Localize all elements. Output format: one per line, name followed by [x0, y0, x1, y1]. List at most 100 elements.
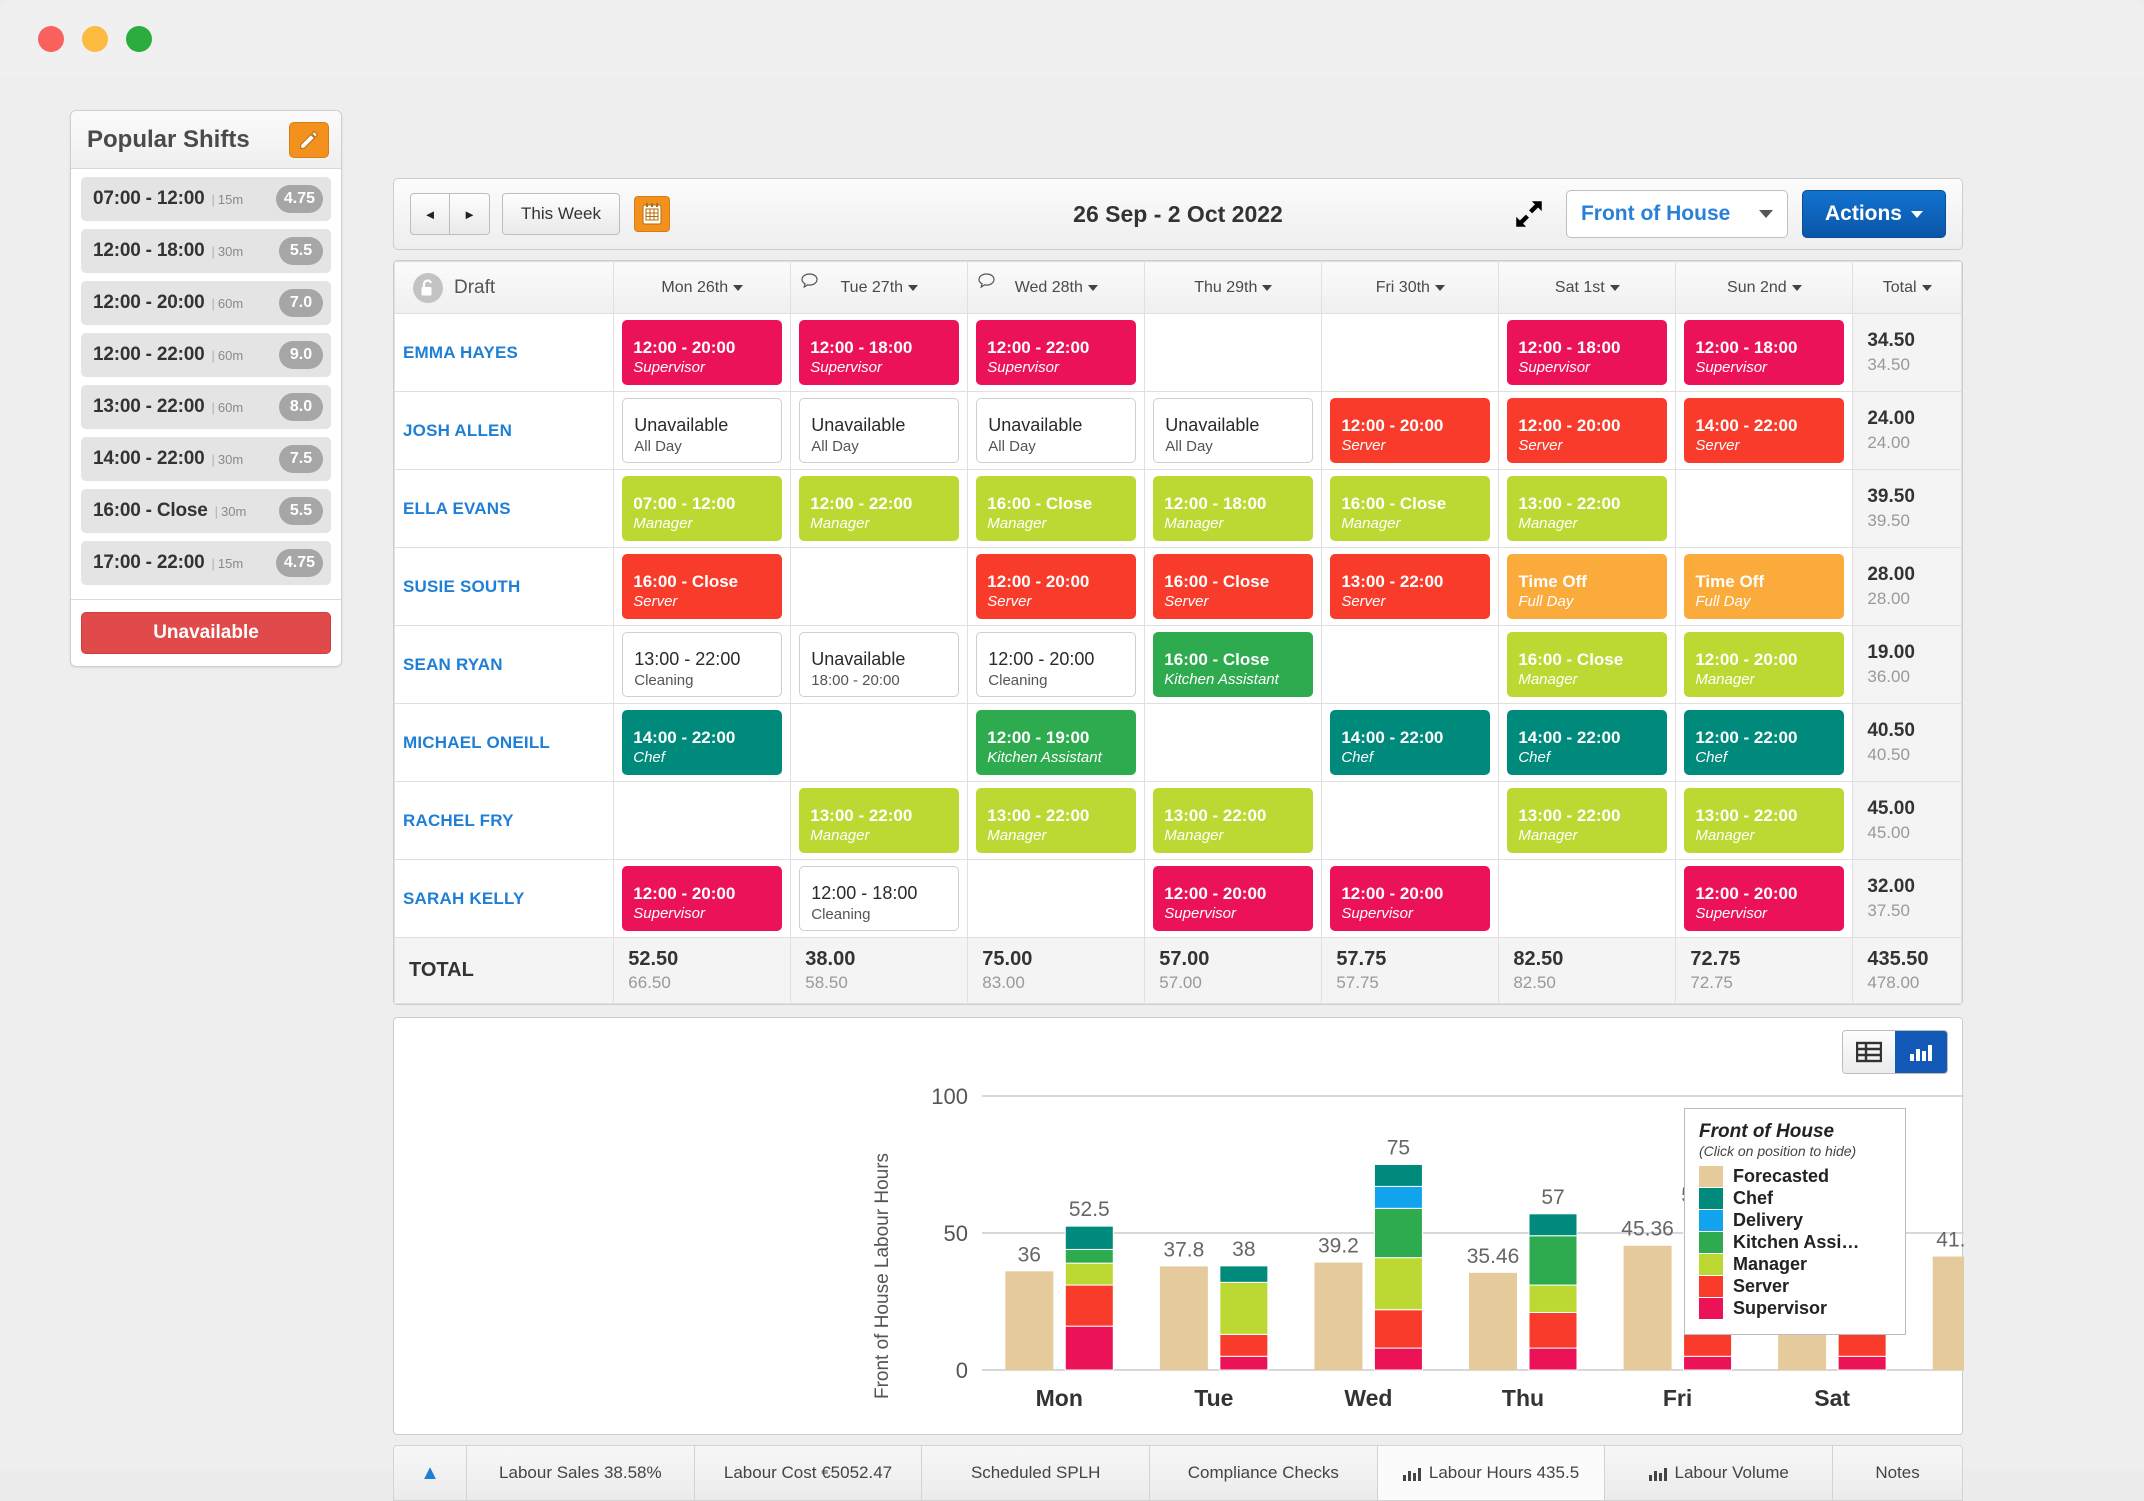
employee-name[interactable]: SEAN RYAN: [393, 625, 615, 704]
rota-shift-cell[interactable]: 13:00 - 22:00 Manager: [1144, 781, 1323, 860]
shift-block[interactable]: 12:00 - 18:00 Manager: [1153, 476, 1314, 541]
window-close-button[interactable]: [38, 26, 64, 52]
shift-block[interactable]: 13:00 - 22:00 Server: [1330, 554, 1491, 619]
rota-shift-cell[interactable]: 12:00 - 20:00 Supervisor: [613, 313, 792, 392]
rota-shift-cell[interactable]: Unavailable All Day: [790, 391, 969, 470]
rota-shift-cell[interactable]: Unavailable All Day: [613, 391, 792, 470]
rota-empty-cell[interactable]: [613, 781, 792, 860]
rota-day-header[interactable]: Thu 29th: [1144, 261, 1323, 314]
rota-shift-cell[interactable]: 16:00 - Close Manager: [1498, 625, 1677, 704]
shift-block[interactable]: 13:00 - 22:00 Manager: [1507, 788, 1668, 853]
bottom-tab[interactable]: Compliance Checks: [1150, 1445, 1378, 1501]
scheduled-bar-segment[interactable]: [1064, 1325, 1114, 1371]
shift-block[interactable]: 12:00 - 22:00 Supervisor: [976, 320, 1137, 385]
employee-name[interactable]: EMMA HAYES: [393, 313, 615, 392]
rota-shift-cell[interactable]: 07:00 - 12:00 Manager: [613, 469, 792, 548]
rota-shift-cell[interactable]: 12:00 - 22:00 Chef: [1675, 703, 1854, 782]
rota-shift-cell[interactable]: 12:00 - 20:00 Supervisor: [1675, 859, 1854, 938]
rota-empty-cell[interactable]: [790, 703, 969, 782]
shift-block[interactable]: 12:00 - 20:00 Server: [976, 554, 1137, 619]
rota-shift-cell[interactable]: 12:00 - 22:00 Manager: [790, 469, 969, 548]
unavailable-block[interactable]: Unavailable All Day: [622, 398, 783, 463]
shift-block[interactable]: 13:00 - 22:00 Manager: [1507, 476, 1668, 541]
rota-empty-cell[interactable]: [1498, 859, 1677, 938]
chart-legend-item[interactable]: Kitchen Assi…: [1699, 1232, 1891, 1253]
rota-shift-cell[interactable]: 12:00 - 20:00 Supervisor: [1144, 859, 1323, 938]
forecast-bar[interactable]: [1469, 1272, 1517, 1370]
shift-block[interactable]: 12:00 - 20:00 Server: [1507, 398, 1668, 463]
chart-legend-item[interactable]: Supervisor: [1699, 1298, 1891, 1319]
shift-block[interactable]: 14:00 - 22:00 Chef: [1330, 710, 1491, 775]
shift-block[interactable]: 16:00 - Close Server: [622, 554, 783, 619]
rota-shift-cell[interactable]: 12:00 - 20:00 Supervisor: [613, 859, 792, 938]
this-week-button[interactable]: This Week: [502, 193, 620, 235]
popular-shift-item[interactable]: 07:00 - 12:00 | 15m 4.75: [81, 177, 331, 221]
scheduled-bar-segment[interactable]: [1837, 1355, 1887, 1371]
shift-block[interactable]: 07:00 - 12:00 Manager: [622, 476, 783, 541]
rota-empty-cell[interactable]: [1321, 781, 1500, 860]
shift-block[interactable]: 16:00 - Close Server: [1153, 554, 1314, 619]
rota-shift-cell[interactable]: Unavailable All Day: [1144, 391, 1323, 470]
unavailable-block[interactable]: 12:00 - 18:00 Cleaning: [799, 866, 960, 931]
scheduled-bar-segment[interactable]: [1528, 1213, 1578, 1237]
rota-day-header[interactable]: Mon 26th: [613, 261, 792, 314]
edit-shifts-button[interactable]: [289, 121, 329, 158]
scheduled-bar-segment[interactable]: [1064, 1284, 1114, 1327]
rota-empty-cell[interactable]: [1675, 469, 1854, 548]
unavailable-block[interactable]: 13:00 - 22:00 Cleaning: [622, 632, 783, 697]
shift-block[interactable]: 14:00 - 22:00 Chef: [1507, 710, 1668, 775]
shift-block[interactable]: 12:00 - 20:00 Supervisor: [622, 320, 783, 385]
unavailable-block[interactable]: Unavailable All Day: [1153, 398, 1314, 463]
rota-shift-cell[interactable]: 16:00 - Close Kitchen Assistant: [1144, 625, 1323, 704]
window-minimize-button[interactable]: [82, 26, 108, 52]
rota-shift-cell[interactable]: 14:00 - 22:00 Chef: [1321, 703, 1500, 782]
scheduled-bar-segment[interactable]: [1528, 1311, 1578, 1349]
shift-block[interactable]: 12:00 - 20:00 Supervisor: [622, 866, 783, 931]
rota-empty-cell[interactable]: [1144, 313, 1323, 392]
employee-name[interactable]: JOSH ALLEN: [393, 391, 615, 470]
shift-block[interactable]: 13:00 - 22:00 Manager: [1153, 788, 1314, 853]
bottom-tab[interactable]: Labour Sales 38.58%: [467, 1445, 695, 1501]
next-week-button[interactable]: ►: [450, 193, 490, 235]
shift-block[interactable]: 12:00 - 18:00 Supervisor: [799, 320, 960, 385]
scheduled-bar-segment[interactable]: [1373, 1309, 1423, 1349]
shift-block[interactable]: 13:00 - 22:00 Manager: [1684, 788, 1845, 853]
rota-day-header[interactable]: Wed 28th: [967, 261, 1146, 314]
scheduled-bar-segment[interactable]: [1219, 1281, 1269, 1335]
forecast-bar[interactable]: [1623, 1245, 1672, 1370]
rota-shift-cell[interactable]: 12:00 - 18:00 Cleaning: [790, 859, 969, 938]
rota-shift-cell[interactable]: 14:00 - 22:00 Chef: [613, 703, 792, 782]
rota-shift-cell[interactable]: 16:00 - Close Manager: [1321, 469, 1500, 548]
scheduled-bar-segment[interactable]: [1373, 1164, 1423, 1187]
rota-shift-cell[interactable]: 12:00 - 20:00 Server: [1498, 391, 1677, 470]
shift-block[interactable]: 12:00 - 20:00 Supervisor: [1153, 866, 1314, 931]
unavailable-block[interactable]: Unavailable 18:00 - 20:00: [799, 632, 960, 697]
rota-shift-cell[interactable]: 13:00 - 22:00 Manager: [790, 781, 969, 860]
shift-block[interactable]: 12:00 - 20:00 Supervisor: [1684, 866, 1845, 931]
unavailable-button[interactable]: Unavailable: [81, 612, 331, 654]
shift-block[interactable]: 12:00 - 20:00 Manager: [1684, 632, 1845, 697]
employee-name[interactable]: ELLA EVANS: [393, 469, 615, 548]
shift-block[interactable]: 12:00 - 18:00 Supervisor: [1684, 320, 1845, 385]
employee-name[interactable]: SUSIE SOUTH: [393, 547, 615, 626]
shift-block[interactable]: 13:00 - 22:00 Manager: [976, 788, 1137, 853]
shift-block[interactable]: 13:00 - 22:00 Manager: [799, 788, 960, 853]
rota-shift-cell[interactable]: Time Off Full Day: [1675, 547, 1854, 626]
scheduled-bar-segment[interactable]: [1219, 1355, 1269, 1371]
employee-name[interactable]: MICHAEL ONEILL: [393, 703, 615, 782]
shift-block[interactable]: 16:00 - Close Kitchen Assistant: [1153, 632, 1314, 697]
scheduled-bar-segment[interactable]: [1219, 1265, 1269, 1283]
scheduled-bar-segment[interactable]: [1219, 1333, 1269, 1357]
rota-shift-cell[interactable]: 14:00 - 22:00 Server: [1675, 391, 1854, 470]
shift-block[interactable]: 12:00 - 22:00 Manager: [799, 476, 960, 541]
scheduled-bar-segment[interactable]: [1064, 1225, 1114, 1250]
chart-legend-item[interactable]: Delivery: [1699, 1210, 1891, 1231]
employee-name[interactable]: RACHEL FRY: [393, 781, 615, 860]
popular-shift-item[interactable]: 12:00 - 22:00 | 60m 9.0: [81, 333, 331, 377]
rota-shift-cell[interactable]: 16:00 - Close Server: [613, 547, 792, 626]
rota-total-header[interactable]: Total: [1852, 261, 1962, 314]
shift-block[interactable]: 16:00 - Close Manager: [976, 476, 1137, 541]
actions-button[interactable]: Actions: [1801, 190, 1946, 238]
comment-icon[interactable]: [978, 273, 995, 294]
prev-week-button[interactable]: ◄: [410, 193, 450, 235]
